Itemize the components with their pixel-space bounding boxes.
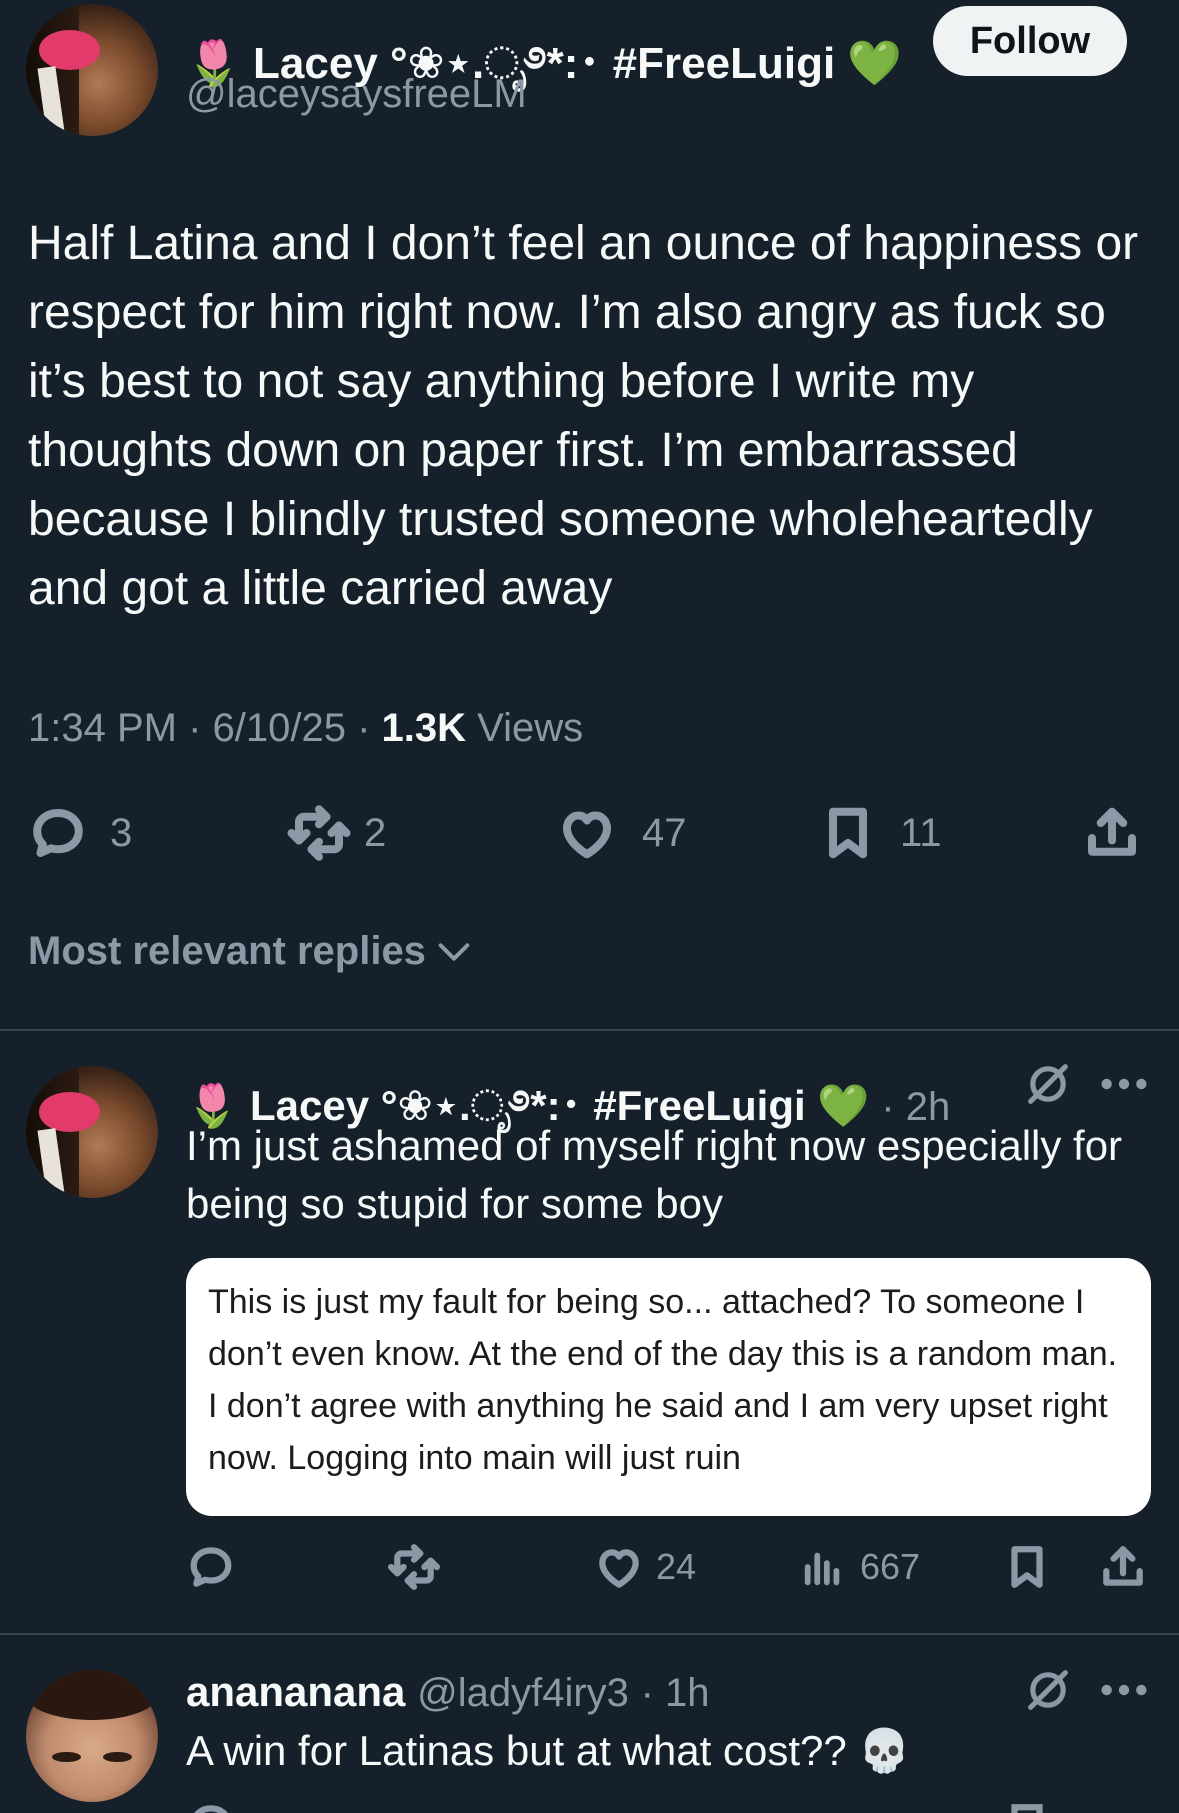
- repost-count: 2: [364, 810, 387, 855]
- like-count: 47: [642, 810, 687, 855]
- grok-icon[interactable]: [1022, 1664, 1074, 1716]
- chevron-down-icon: [438, 942, 470, 961]
- reply-views-button[interactable]: 667: [800, 1542, 920, 1592]
- reply-repost-button[interactable]: [386, 1542, 442, 1592]
- reply2-avatar[interactable]: [26, 1670, 158, 1802]
- reply2-author-handle: @ladyf4iry3: [417, 1671, 629, 1715]
- follow-button[interactable]: Follow: [933, 6, 1127, 76]
- reply-icon[interactable]: [186, 1800, 236, 1813]
- attached-image[interactable]: This is just my fault for being so... at…: [186, 1258, 1151, 1516]
- views-count: 1.3K: [381, 706, 467, 750]
- grok-icon[interactable]: [1022, 1058, 1074, 1110]
- author-avatar[interactable]: [26, 4, 158, 136]
- bookmark-icon[interactable]: [1002, 1800, 1052, 1813]
- reply-icon: [33, 809, 83, 857]
- share-icon: [1103, 1546, 1143, 1586]
- views-icon: [804, 1552, 840, 1586]
- views-label: Views: [477, 706, 584, 750]
- bookmark-icon: [1011, 1546, 1043, 1588]
- tweet-time[interactable]: 1:34 PM: [28, 706, 177, 750]
- reply-share-button[interactable]: [1098, 1542, 1148, 1592]
- sort-replies-dropdown[interactable]: Most relevant replies: [28, 929, 474, 974]
- reply2-action-bar: [186, 1800, 1151, 1813]
- reply-count: 3: [110, 810, 133, 855]
- reply-bookmark-button[interactable]: [1002, 1542, 1052, 1592]
- reply2-time[interactable]: · 1h: [641, 1671, 710, 1715]
- reply-icon: [190, 1547, 232, 1587]
- like-icon: [599, 1549, 639, 1588]
- bookmark-button[interactable]: 11: [818, 803, 942, 863]
- reply2-author[interactable]: anananana @ladyf4iry3 · 1h: [186, 1668, 710, 1716]
- reply-reply-button[interactable]: [186, 1542, 236, 1592]
- reply-like-button[interactable]: 24: [594, 1542, 696, 1592]
- reply-text: I’m just ashamed of myself right now esp…: [186, 1122, 1123, 1227]
- author-handle[interactable]: @laceysaysfreeLM: [186, 72, 527, 117]
- divider: [0, 1029, 1179, 1031]
- divider: [0, 1633, 1179, 1635]
- more-icon[interactable]: [1098, 1062, 1150, 1106]
- more-icon[interactable]: [1098, 1668, 1150, 1712]
- reply-like-count: 24: [656, 1546, 697, 1587]
- like-button[interactable]: 47: [556, 803, 687, 863]
- repost-icon: [287, 805, 351, 861]
- attached-image-text: This is just my fault for being so... at…: [208, 1283, 1118, 1477]
- tweet-text: Half Latina and I don’t feel an ounce of…: [28, 217, 1139, 615]
- bookmark-icon: [829, 807, 867, 859]
- tweet-date[interactable]: 6/10/25: [213, 706, 346, 750]
- bookmark-count: 11: [900, 810, 942, 855]
- reply2-text: A win for Latinas but at what cost?? 💀: [186, 1727, 911, 1774]
- sort-label: Most relevant replies: [28, 929, 426, 973]
- repost-icon: [387, 1544, 441, 1590]
- like-icon: [563, 811, 611, 859]
- reply-views-count: 667: [860, 1546, 921, 1587]
- repost-button[interactable]: 2: [286, 803, 386, 863]
- green-heart-emoji: 💚: [847, 39, 903, 88]
- share-button[interactable]: [1082, 803, 1142, 863]
- tweet-meta: 1:34 PM · 6/10/25 · 1.3K Views: [28, 706, 584, 750]
- reply-button[interactable]: 3: [28, 803, 132, 863]
- share-icon: [1088, 807, 1136, 856]
- reply-avatar[interactable]: [26, 1066, 158, 1198]
- reply2-author-name: anananana: [186, 1668, 406, 1715]
